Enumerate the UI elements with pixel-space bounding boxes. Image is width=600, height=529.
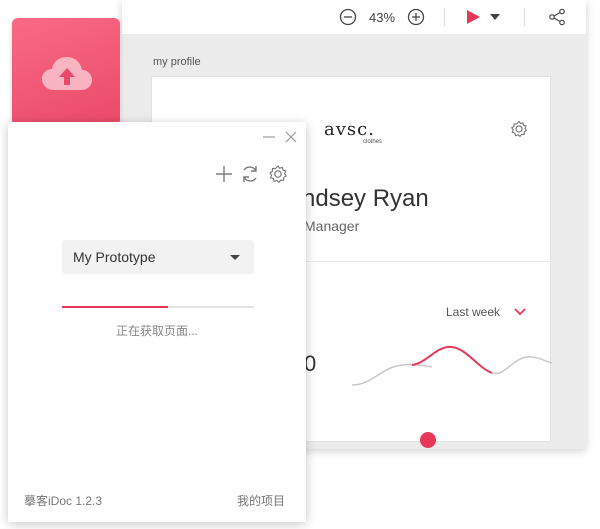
progress-bar — [62, 306, 254, 308]
page-label: my profile — [153, 56, 201, 68]
add-icon[interactable] — [214, 164, 234, 184]
zoom-out-icon — [339, 8, 357, 26]
chevron-down-icon — [490, 14, 500, 20]
zoom-out-button[interactable] — [338, 6, 358, 28]
gear-icon[interactable] — [510, 120, 528, 138]
play-options-button[interactable] — [488, 6, 502, 28]
chevron-down-icon[interactable] — [514, 307, 526, 317]
zoom-in-button[interactable] — [406, 6, 426, 28]
gear-icon[interactable] — [268, 164, 288, 184]
profile-role: Manager — [304, 218, 360, 234]
project-select[interactable]: My Prototype — [62, 240, 254, 274]
refresh-icon[interactable] — [240, 164, 260, 184]
zoom-in-icon — [407, 8, 425, 26]
minimize-icon[interactable] — [262, 130, 276, 144]
version-label: 摹客iDoc 1.2.3 — [24, 494, 103, 508]
progress-fill — [62, 306, 168, 308]
share-icon — [549, 8, 565, 26]
play-button[interactable] — [460, 6, 486, 28]
status-text: 正在获取页面... — [115, 324, 198, 338]
profile-name: ndsey Ryan — [302, 185, 429, 212]
chevron-down-icon — [230, 255, 240, 260]
sparkline — [352, 345, 552, 386]
plugin-window: My Prototype 正在获取页面... 摹客iDoc 1.2.3 我的项目 — [8, 122, 306, 522]
close-icon[interactable] — [284, 130, 298, 144]
brand-logo: avsc. — [324, 119, 375, 140]
indicator-dot — [420, 432, 436, 448]
period-selector[interactable]: Last week — [446, 305, 500, 319]
preview-toolbar: 43% — [122, 0, 586, 34]
project-select-value: My Prototype — [73, 249, 156, 265]
play-icon — [467, 10, 480, 24]
upload-tile[interactable] — [12, 18, 120, 126]
share-button[interactable] — [546, 6, 568, 28]
toolbar-divider — [524, 8, 525, 26]
zoom-level: 43% — [368, 9, 396, 25]
brand-logo-sub: clothes — [363, 139, 383, 145]
my-projects-link[interactable]: 我的项目 — [237, 492, 285, 509]
cloud-upload-icon — [42, 57, 92, 90]
toolbar-divider — [444, 8, 445, 26]
